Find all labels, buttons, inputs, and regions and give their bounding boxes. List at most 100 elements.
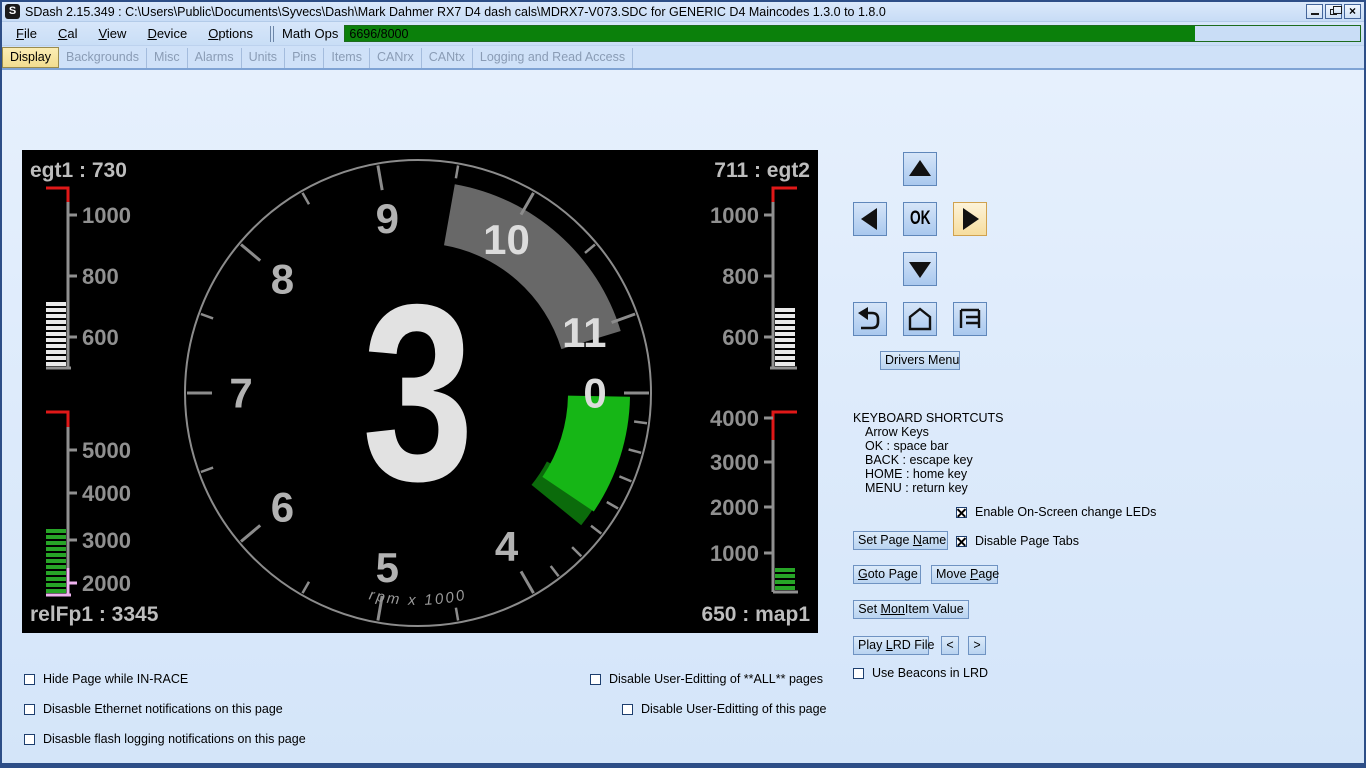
tab-canrx[interactable]: CANrx — [370, 48, 422, 68]
gauge-bar-stripe — [46, 553, 66, 557]
gauge-bar-stripe — [46, 583, 66, 587]
tab-logging-and-read-access[interactable]: Logging and Read Access — [473, 48, 633, 68]
use-beacons-checkbox[interactable]: Use Beacons in LRD — [853, 666, 988, 680]
gauge-bar-stripe — [775, 350, 795, 354]
dash-preview[interactable]: 456789101103rpm x 1000egt1 : 730711 : eg… — [22, 150, 818, 633]
checkbox-box[interactable] — [956, 507, 967, 518]
nav-home-button[interactable] — [903, 302, 937, 336]
arrow-right-icon — [954, 203, 986, 235]
gauge-bar-stripe — [46, 565, 66, 569]
tab-backgrounds[interactable]: Backgrounds — [59, 48, 147, 68]
page-option-checkbox[interactable]: Hide Page while IN-RACE — [24, 672, 306, 686]
goto-page-button[interactable]: Goto Page — [853, 565, 921, 584]
page-option-checkbox[interactable]: Disasble Ethernet notifications on this … — [24, 702, 306, 716]
lrd-next-button[interactable]: > — [968, 636, 986, 655]
gauge-bar-stripe — [46, 308, 66, 312]
checkbox-label: Disable User-Editting of **ALL** pages — [609, 672, 823, 686]
page-option-checkbox[interactable]: Disable User-Editting of this page — [622, 702, 827, 716]
gauge-bar-stripe — [46, 356, 66, 360]
checkbox-box[interactable] — [24, 734, 35, 745]
restore-button[interactable] — [1325, 4, 1342, 19]
checkbox-label: Hide Page while IN-RACE — [43, 672, 188, 686]
page-option-checkbox[interactable]: Disasble flash logging notifications on … — [24, 732, 306, 746]
menu-icon — [954, 303, 986, 335]
math-ops-progress-text: 6696/8000 — [349, 27, 408, 41]
menu-item-view[interactable]: View — [91, 24, 133, 43]
gauge-tick-label: 1000 — [710, 541, 759, 566]
nav-back-button[interactable] — [853, 302, 887, 336]
nav-ok-button[interactable]: OK — [903, 202, 937, 236]
move-page-button[interactable]: Move Page — [931, 565, 998, 584]
gauge-tick-label: 3000 — [82, 528, 131, 553]
gauge-bar-stripe — [46, 302, 66, 306]
gauge-tick-label: 2000 — [710, 495, 759, 520]
tab-items[interactable]: Items — [324, 48, 370, 68]
checkbox-box[interactable] — [24, 704, 35, 715]
checkbox-label: Disasble flash logging notifications on … — [43, 732, 306, 746]
gauge-bar-stripe — [775, 586, 795, 590]
gauge-label: relFp1 : 3345 — [30, 603, 159, 626]
tab-bar: DisplayBackgroundsMiscAlarmsUnitsPinsIte… — [2, 46, 1364, 70]
tab-misc[interactable]: Misc — [147, 48, 188, 68]
checkbox-box[interactable] — [24, 674, 35, 685]
menu-item-file[interactable]: File — [9, 24, 44, 43]
toolbar-separator — [270, 26, 274, 42]
checkbox-box[interactable] — [853, 668, 864, 679]
tab-pins[interactable]: Pins — [285, 48, 324, 68]
nav-up-button[interactable] — [903, 152, 937, 186]
nav-menu-button[interactable] — [953, 302, 987, 336]
tab-alarms[interactable]: Alarms — [188, 48, 242, 68]
nav-right-button[interactable] — [953, 202, 987, 236]
minimize-button[interactable] — [1306, 4, 1323, 19]
gauge-bar-stripe — [775, 320, 795, 324]
nav-left-button[interactable] — [853, 202, 887, 236]
tach-number: 8 — [271, 256, 294, 303]
checkbox-box[interactable] — [956, 536, 967, 547]
arrow-left-icon — [854, 203, 886, 235]
page-options-left: Hide Page while IN-RACE Disasble Ethernet… — [24, 672, 306, 762]
shortcut-line: HOME : home key — [853, 467, 1004, 481]
back-arrow-icon — [854, 303, 886, 335]
gauge-bar-stripe — [775, 308, 795, 312]
gauge-bar-stripe — [46, 589, 66, 593]
close-button[interactable]: × — [1344, 4, 1361, 19]
menu-item-device[interactable]: Device — [140, 24, 194, 43]
gauge-bar-stripe — [46, 559, 66, 563]
gauge-bar-stripe — [46, 362, 66, 366]
shortcut-line: MENU : return key — [853, 481, 1004, 495]
tab-cantx[interactable]: CANtx — [422, 48, 473, 68]
play-lrd-file-button[interactable]: Play LRD File — [853, 636, 929, 655]
math-ops-progress-fill — [345, 26, 1194, 41]
gauge-tick-label: 3000 — [710, 450, 759, 475]
set-monitem-value-button[interactable]: Set MonItem Value — [853, 600, 969, 619]
gauge-bar-stripe — [46, 314, 66, 318]
page-option-checkbox[interactable]: Disable User-Editting of **ALL** pages — [590, 672, 827, 686]
menu-bar: FileCalViewDeviceOptions Math Ops 6696/8… — [2, 22, 1364, 46]
shortcut-line: Arrow Keys — [853, 425, 1004, 439]
shortcut-line: BACK : escape key — [853, 453, 1004, 467]
tach-number: 9 — [376, 195, 399, 242]
menu-item-cal[interactable]: Cal — [51, 24, 85, 43]
gauge-bar-stripe — [775, 314, 795, 318]
checkbox-box[interactable] — [622, 704, 633, 715]
disable-page-tabs-checkbox[interactable]: Disable Page Tabs — [956, 534, 1079, 548]
shortcuts-title: KEYBOARD SHORTCUTS — [853, 411, 1004, 425]
gauge-bar-stripe — [775, 356, 795, 360]
tab-units[interactable]: Units — [242, 48, 285, 68]
tach-minor-tick — [634, 422, 647, 424]
tab-display[interactable]: Display — [2, 47, 59, 68]
menu-item-options[interactable]: Options — [201, 24, 260, 43]
gauge-bar-stripe — [775, 338, 795, 342]
gauge-bar-stripe — [46, 326, 66, 330]
checkbox-box[interactable] — [590, 674, 601, 685]
lrd-prev-button[interactable]: < — [941, 636, 959, 655]
math-ops-progress: 6696/8000 — [344, 25, 1361, 42]
gauge-bar-stripe — [775, 362, 795, 366]
gauge-bar-stripe — [46, 541, 66, 545]
drivers-menu-button[interactable]: Drivers Menu — [880, 351, 960, 370]
gauge-tick-label: 600 — [82, 325, 119, 350]
set-page-name-button[interactable]: Set Page Name — [853, 531, 948, 550]
nav-down-button[interactable] — [903, 252, 937, 286]
title-bar[interactable]: S SDash 2.15.349 : C:\Users\Public\Docum… — [2, 2, 1364, 22]
enable-onscreen-leds-checkbox[interactable]: Enable On-Screen change LEDs — [956, 505, 1156, 519]
